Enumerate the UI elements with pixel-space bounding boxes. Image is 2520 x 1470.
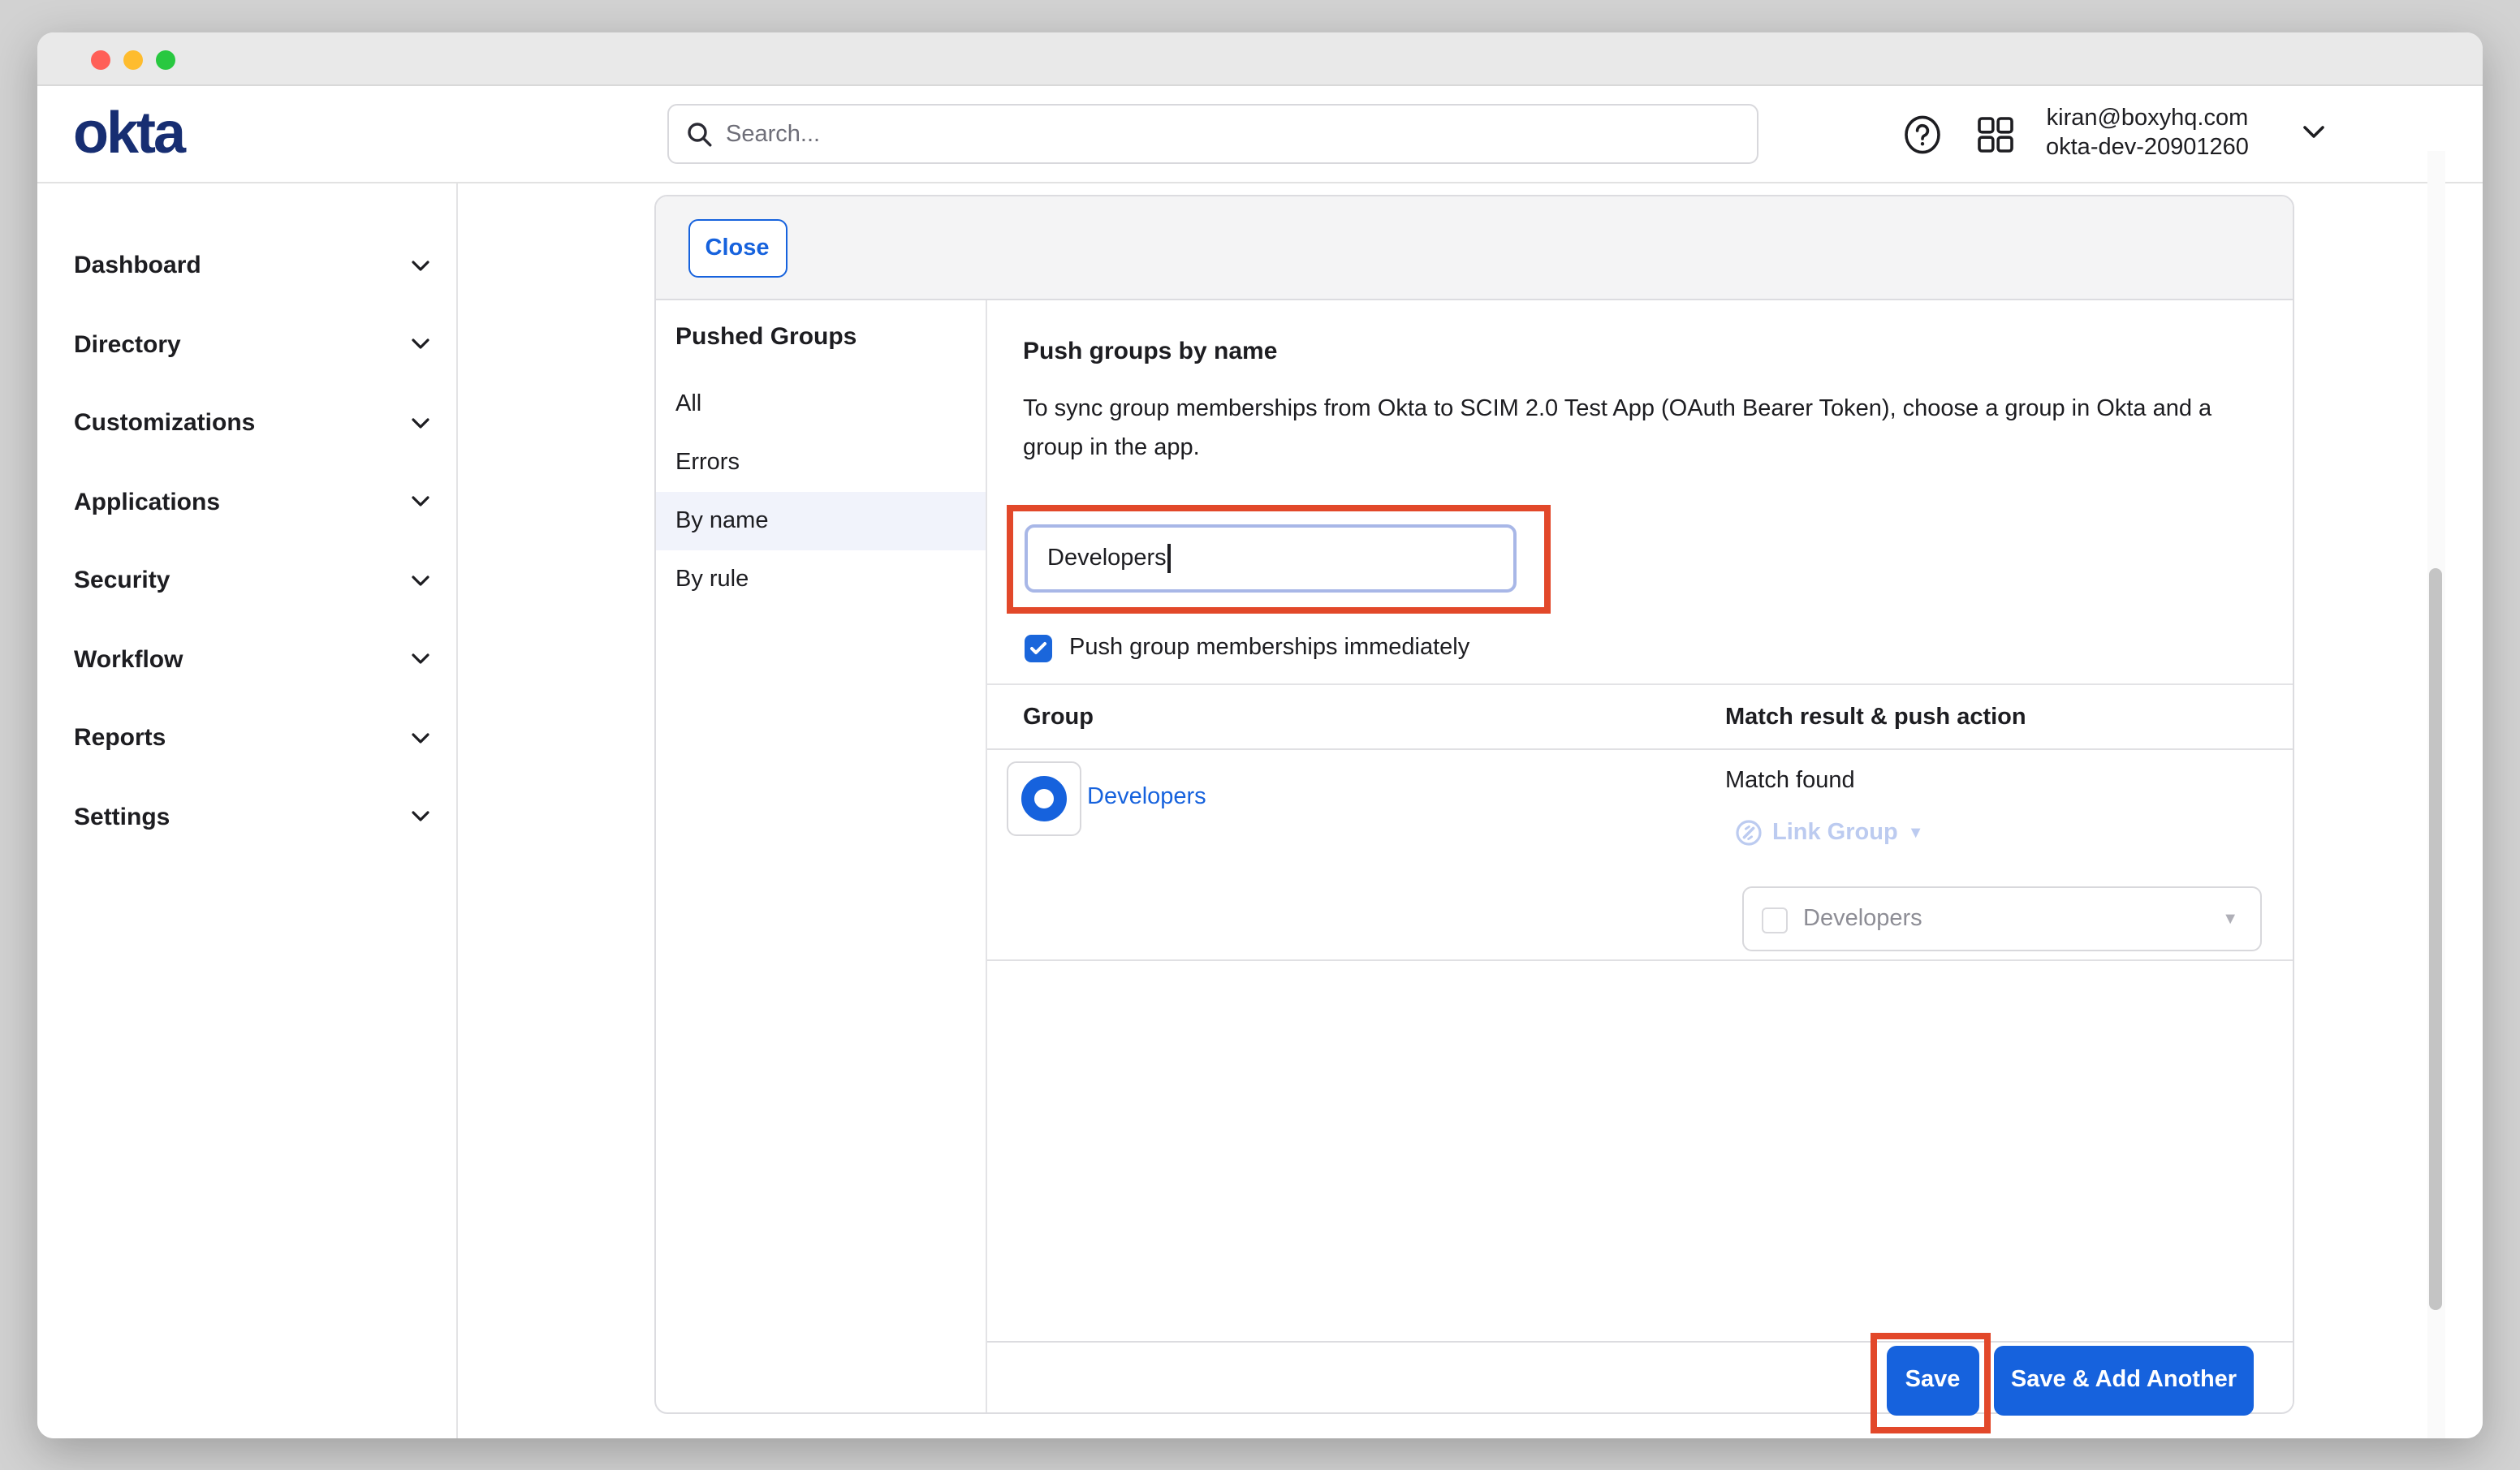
match-status: Match found — [1725, 768, 1855, 794]
window-zoom-button[interactable] — [156, 50, 175, 70]
target-group-value: Developers — [1803, 906, 1922, 932]
push-groups-main: Push groups by name To sync group member… — [986, 300, 2292, 1412]
subnav-item-by-name[interactable]: By name — [655, 492, 985, 550]
group-avatar — [1007, 761, 1081, 836]
link-group-label: Link Group — [1772, 820, 1898, 846]
account-email: kiran@boxyhq.com — [2046, 106, 2249, 134]
link-group-action[interactable]: Link Group ▼ — [1735, 820, 1924, 846]
select-caret-icon: ▼ — [2222, 911, 2238, 929]
push-groups-panel: Close Pushed Groups All Errors By name B… — [654, 195, 2293, 1414]
column-header-match: Match result & push action — [1725, 705, 2026, 731]
target-group-placeholder-icon — [1761, 907, 1787, 933]
checkbox-label[interactable]: Push group memberships immediately — [1069, 636, 1469, 662]
text-cursor — [1168, 544, 1171, 573]
sidebar-item-label: Security — [74, 567, 170, 595]
chevron-down-icon — [410, 575, 429, 588]
sidebar-item-label: Settings — [74, 804, 170, 831]
chevron-down-icon — [410, 496, 429, 509]
search-input[interactable] — [726, 121, 1757, 147]
chevron-down-icon — [410, 260, 429, 273]
sidebar-item-label: Reports — [74, 725, 166, 752]
app-header: okta kiran@boxyhq.com — [37, 86, 2483, 183]
okta-admin-window: okta kiran@boxyhq.com — [37, 32, 2483, 1438]
page-title: Push groups by name — [1023, 338, 1277, 365]
checkmark-icon — [1029, 641, 1047, 656]
sidebar-item-settings[interactable]: Settings — [37, 778, 455, 856]
sidebar-item-label: Customizations — [74, 410, 255, 438]
annotation-highlight-save: Save — [1871, 1333, 1990, 1433]
sidebar: Dashboard Directory Customizations Appli… — [37, 183, 457, 1438]
save-add-another-button[interactable]: Save & Add Another — [1994, 1346, 2254, 1415]
chevron-down-icon — [410, 338, 429, 351]
sidebar-item-label: Applications — [74, 489, 220, 516]
group-icon — [1021, 776, 1067, 821]
title-bar — [37, 32, 2483, 86]
sidebar-item-workflow[interactable]: Workflow — [37, 620, 455, 699]
immediate-push-row: Push group memberships immediately — [1025, 635, 1469, 662]
desktop: okta kiran@boxyhq.com — [0, 0, 2520, 1470]
sidebar-item-security[interactable]: Security — [37, 541, 455, 620]
search-icon — [687, 121, 713, 147]
apps-grid-icon[interactable] — [1976, 115, 2015, 154]
sidebar-item-directory[interactable]: Directory — [37, 305, 455, 384]
account-org: okta-dev-20901260 — [2046, 134, 2249, 162]
pushed-groups-subnav: Pushed Groups All Errors By name By rule — [655, 300, 986, 1412]
group-name-input[interactable]: Developers — [1025, 524, 1517, 593]
sidebar-item-label: Directory — [74, 331, 181, 359]
subnav-item-all[interactable]: All — [655, 375, 985, 433]
push-immediately-checkbox[interactable] — [1025, 635, 1051, 662]
chevron-down-icon — [410, 811, 429, 824]
annotation-highlight-input: Developers — [1007, 505, 1551, 614]
account-chevron-down-icon[interactable] — [2302, 125, 2325, 140]
close-button[interactable]: Close — [688, 218, 787, 278]
sidebar-item-label: Dashboard — [74, 252, 201, 280]
global-search[interactable] — [667, 104, 1758, 164]
link-group-caret-icon: ▼ — [1908, 824, 1924, 842]
subnav-title: Pushed Groups — [675, 323, 985, 351]
sidebar-item-dashboard[interactable]: Dashboard — [37, 226, 455, 305]
chevron-down-icon — [410, 732, 429, 745]
table-row: Developers Match found Link Group ▼ — [986, 750, 2292, 961]
sidebar-item-reports[interactable]: Reports — [37, 699, 455, 778]
target-group-select[interactable]: Developers ▼ — [1741, 886, 2261, 951]
window-minimize-button[interactable] — [123, 50, 143, 70]
window-close-button[interactable] — [91, 50, 110, 70]
account-menu[interactable]: kiran@boxyhq.com okta-dev-20901260 — [2046, 106, 2249, 162]
group-name-link[interactable]: Developers — [1087, 784, 1206, 810]
help-icon[interactable] — [1903, 115, 1942, 154]
link-icon — [1735, 820, 1761, 846]
scrollbar-thumb[interactable] — [2429, 568, 2442, 1310]
sidebar-item-applications[interactable]: Applications — [37, 463, 455, 541]
group-input-value: Developers — [1047, 545, 1167, 571]
panel-body: Pushed Groups All Errors By name By rule… — [655, 300, 2292, 1412]
subnav-item-errors[interactable]: Errors — [655, 433, 985, 492]
panel-top-bar: Close — [655, 196, 2292, 300]
chevron-down-icon — [410, 417, 429, 430]
save-button[interactable]: Save — [1886, 1346, 1979, 1415]
column-header-group: Group — [1023, 705, 1094, 731]
subnav-item-by-rule[interactable]: By rule — [655, 550, 985, 609]
description-text: To sync group memberships from Okta to S… — [1023, 390, 2237, 468]
vertical-scrollbar[interactable] — [2427, 151, 2444, 1438]
content-area: Close Pushed Groups All Errors By name B… — [459, 183, 2483, 1438]
table-header: Group Match result & push action — [986, 683, 2292, 750]
sidebar-item-label: Workflow — [74, 646, 183, 674]
okta-logo: okta — [73, 101, 183, 166]
chevron-down-icon — [410, 653, 429, 666]
save-bar: Save Save & Add Another — [986, 1341, 2292, 1412]
sidebar-item-customizations[interactable]: Customizations — [37, 384, 455, 463]
